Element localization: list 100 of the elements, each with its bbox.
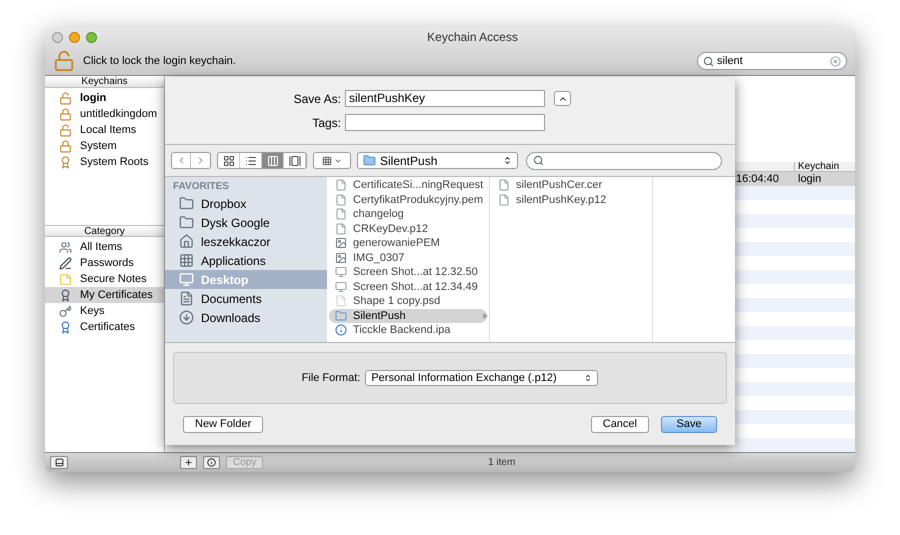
dialog-button[interactable]: Cancel bbox=[590, 416, 649, 433]
dialog-button[interactable]: Save bbox=[661, 416, 717, 433]
applications-icon bbox=[179, 253, 194, 268]
image-icon bbox=[335, 237, 347, 250]
keychain-item[interactable]: Local Items bbox=[45, 122, 164, 138]
file-item[interactable]: Ticckle Backend.ipa bbox=[329, 323, 487, 338]
note-icon bbox=[59, 272, 72, 286]
up-down-arrows-icon bbox=[503, 156, 512, 165]
table-cell-text: 16:04:40 bbox=[735, 172, 780, 187]
lock-icon bbox=[59, 108, 72, 120]
field-label: Save As: bbox=[292, 90, 342, 108]
screenshot-icon bbox=[335, 280, 347, 293]
favorite-item[interactable]: leszekkaczor bbox=[165, 232, 327, 251]
desktop-icon bbox=[179, 272, 194, 287]
file-format-dropdown[interactable]: Personal Information Exchange (.p12) bbox=[365, 370, 598, 386]
file-item[interactable]: changelog bbox=[329, 207, 487, 222]
column-header: Category bbox=[45, 225, 164, 237]
lock-status-text: Click to lock the login keychain. bbox=[83, 54, 236, 69]
field-label: Tags: bbox=[311, 114, 342, 132]
folder-icon bbox=[335, 310, 347, 322]
clear-icon[interactable] bbox=[830, 56, 841, 66]
search-icon bbox=[703, 56, 714, 66]
favorite-item[interactable]: Documents bbox=[165, 289, 327, 308]
category-item[interactable]: Secure Notes bbox=[45, 271, 164, 287]
people-icon bbox=[59, 240, 72, 254]
toggle-button[interactable] bbox=[50, 456, 68, 469]
folder-icon bbox=[179, 196, 194, 211]
dialog-button[interactable]: New Folder bbox=[183, 416, 264, 433]
file-item[interactable]: Screen Shot...at 12.34.49 bbox=[329, 280, 487, 294]
section-heading: FAVORITES bbox=[172, 180, 230, 194]
add-button[interactable] bbox=[180, 456, 197, 469]
file-icon bbox=[335, 208, 347, 220]
file-item[interactable]: CRKeyDev.p12 bbox=[329, 222, 487, 236]
open-lock-icon[interactable] bbox=[53, 50, 75, 72]
file-item[interactable]: IMG_0307 bbox=[329, 250, 487, 265]
file-item[interactable]: silentPushCer.cer bbox=[492, 178, 650, 192]
file-icon bbox=[335, 295, 347, 308]
list-row[interactable]: 16:04:40 login bbox=[735, 172, 855, 186]
file-item[interactable]: CertificateSi...ningRequest bbox=[329, 178, 487, 192]
favorite-item[interactable]: Dropbox bbox=[165, 194, 327, 213]
disclosure-icon bbox=[482, 312, 488, 319]
file-item[interactable]: silentPushKey.p12 bbox=[492, 192, 650, 207]
columns-icon bbox=[266, 154, 278, 166]
download-icon bbox=[179, 310, 194, 325]
filename-field[interactable]: silentPushKey bbox=[345, 90, 545, 107]
keychain-item[interactable]: System bbox=[45, 138, 164, 154]
zoom-button[interactable] bbox=[86, 32, 97, 42]
window-title: Keychain Access bbox=[427, 29, 518, 46]
search-field[interactable] bbox=[526, 152, 722, 170]
file-icon bbox=[335, 179, 347, 192]
keychain-item[interactable]: untitledkingdom bbox=[45, 106, 164, 122]
keychain-item[interactable]: System Roots bbox=[45, 154, 164, 170]
minimize-button[interactable] bbox=[69, 32, 80, 42]
pen-icon bbox=[59, 256, 72, 270]
image-icon bbox=[335, 252, 347, 264]
field-label: File Format: bbox=[302, 370, 360, 386]
file-item[interactable]: SilentPush bbox=[329, 308, 487, 323]
column-header: Keychains bbox=[45, 76, 164, 88]
certificate-icon bbox=[59, 156, 72, 168]
certificate-icon bbox=[59, 288, 72, 302]
key-icon bbox=[59, 304, 72, 318]
arrange-button[interactable] bbox=[313, 152, 351, 169]
file-item[interactable]: Screen Shot...at 12.32.50 bbox=[329, 265, 487, 280]
screenshot-icon bbox=[335, 266, 347, 278]
keychain-item[interactable]: login bbox=[45, 90, 164, 106]
tags-field[interactable] bbox=[345, 114, 545, 131]
category-item[interactable]: Certificates bbox=[45, 319, 164, 335]
folder-icon bbox=[179, 215, 194, 230]
file-item[interactable]: CertyfikatProdukcyjny.pem bbox=[329, 192, 487, 207]
collapse-button[interactable] bbox=[554, 91, 571, 106]
gallery-icon bbox=[288, 154, 300, 166]
info-icon bbox=[207, 458, 216, 467]
item-count: 1 item bbox=[488, 456, 516, 470]
file-item[interactable]: generowaniePEM bbox=[329, 236, 487, 250]
up-down-arrows-icon bbox=[584, 374, 592, 382]
panel-icon bbox=[54, 458, 64, 467]
table-cell-text: login bbox=[797, 172, 822, 187]
close-button[interactable] bbox=[52, 32, 63, 42]
open-lock-icon bbox=[59, 92, 72, 104]
favorite-item[interactable]: Dysk Google bbox=[165, 213, 327, 232]
search-icon bbox=[533, 155, 544, 166]
info-button[interactable] bbox=[203, 456, 220, 469]
file-icon bbox=[335, 194, 347, 206]
file-icon bbox=[498, 194, 510, 206]
file-icon bbox=[335, 222, 347, 235]
category-item[interactable]: Passwords bbox=[45, 255, 164, 271]
favorite-item[interactable]: Downloads bbox=[165, 308, 327, 327]
location-dropdown[interactable]: SilentPush bbox=[357, 152, 518, 169]
folder-icon bbox=[363, 154, 376, 167]
search-field[interactable]: silent bbox=[697, 52, 847, 70]
house-icon bbox=[179, 234, 194, 249]
category-item[interactable]: My Certificates bbox=[45, 287, 164, 303]
file-item[interactable]: Shape 1 copy.psd bbox=[329, 294, 487, 308]
open-lock-icon bbox=[59, 124, 72, 136]
category-item[interactable]: Keys bbox=[45, 303, 164, 319]
file-icon bbox=[498, 179, 510, 192]
category-item[interactable]: All Items bbox=[45, 239, 164, 255]
favorite-item[interactable]: Applications bbox=[165, 251, 327, 270]
lock-icon bbox=[59, 140, 72, 152]
grid-icon bbox=[322, 156, 332, 166]
